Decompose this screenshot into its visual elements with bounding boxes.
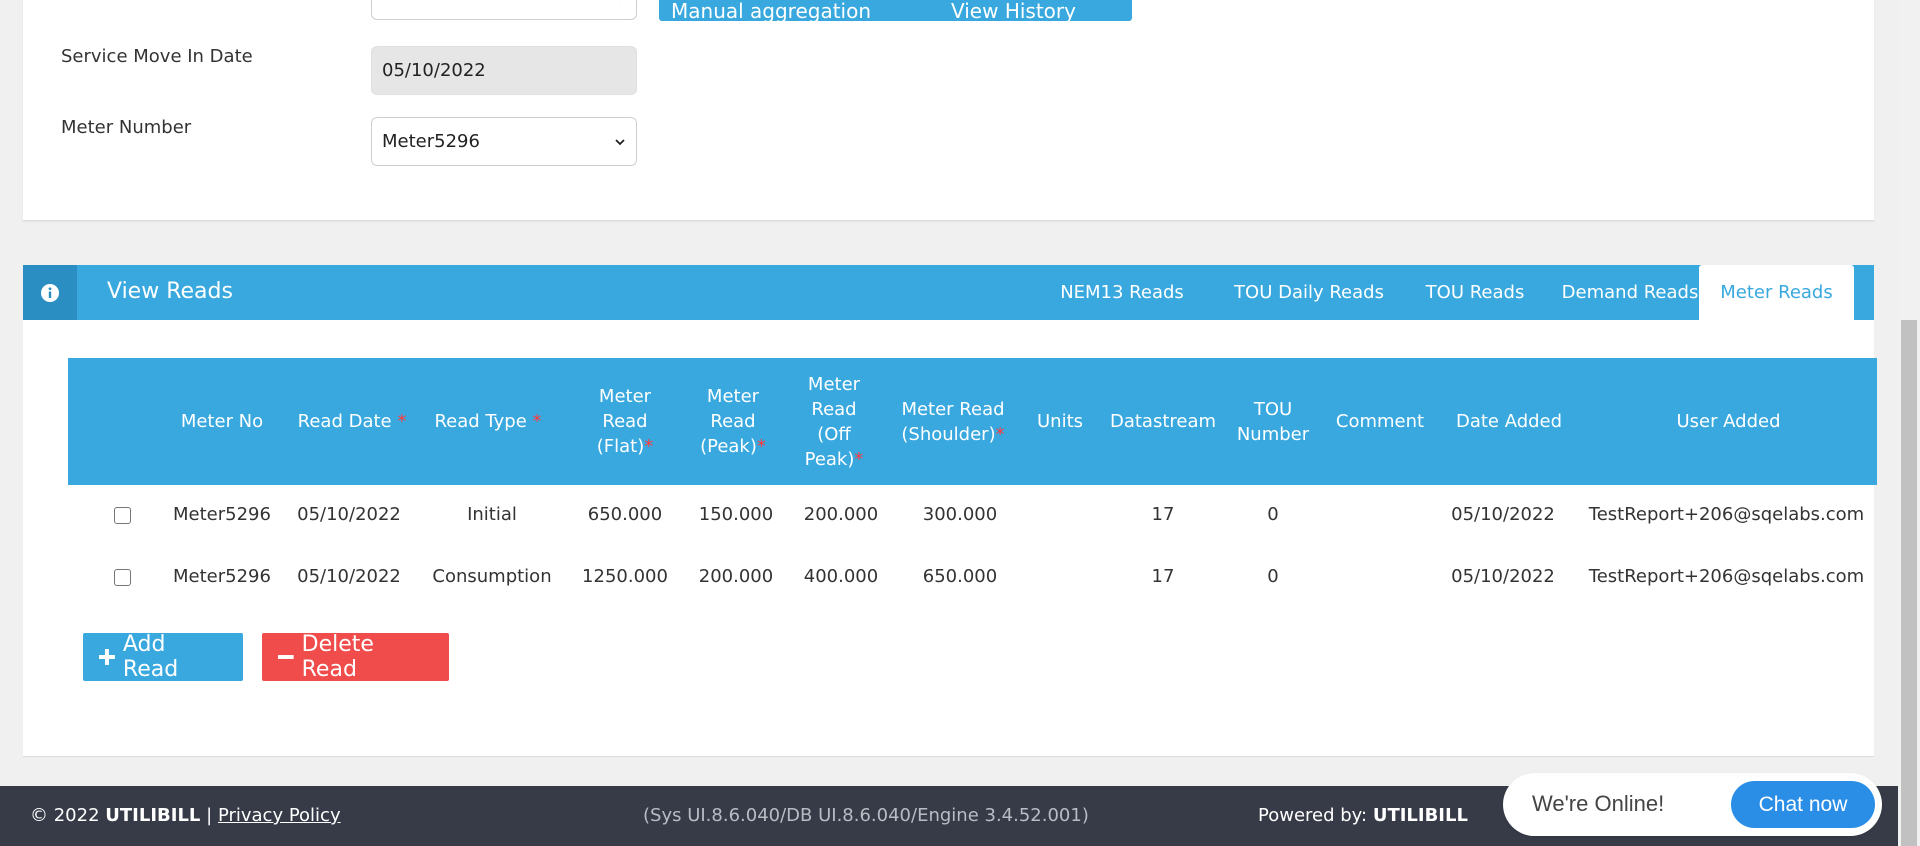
col-meter-no: Meter No: [180, 411, 264, 432]
cell-read-date: 05/10/2022: [297, 566, 401, 587]
cell-datastream: 17: [1151, 504, 1175, 525]
chevron-down-icon: [619, 0, 621, 1]
row-checkbox[interactable]: [114, 569, 131, 586]
cell-flat: 650.000: [587, 504, 663, 525]
delete-read-label: Delete Read: [301, 632, 374, 682]
cell-read-type: Consumption: [432, 566, 552, 587]
cell-datastream: 17: [1151, 566, 1175, 587]
add-read-button[interactable]: Add Read: [83, 632, 243, 682]
col-user-added: User Added: [1676, 411, 1781, 432]
view-reads-title: View Reads: [107, 279, 233, 304]
col-comment: Comment: [1335, 411, 1425, 432]
col-meter-read-off-peak: Meter Read (Off Peak)*: [804, 373, 864, 470]
cell-flat: 1250.000: [582, 566, 668, 587]
tab-tou-daily-reads[interactable]: TOU Daily Reads: [1209, 265, 1409, 320]
scrollbar-thumb[interactable]: [1901, 320, 1917, 846]
manual-aggregation-button[interactable]: Manual aggregation: [659, 0, 954, 21]
footer-powered-brand: UTILIBILL: [1372, 805, 1468, 826]
col-read-date: Read Date *: [297, 411, 407, 432]
account-form-card: 5555678758 Manual aggregation View Histo…: [23, 0, 1874, 221]
view-history-button[interactable]: View History: [939, 0, 1132, 21]
cell-meter-no: Meter5296: [173, 566, 271, 587]
cell-off-peak: 200.000: [803, 504, 879, 525]
col-meter-read-shoulder: Meter Read (Shoulder)*: [901, 398, 1005, 445]
tab-meter-reads[interactable]: Meter Reads: [1699, 265, 1854, 320]
delete-read-button[interactable]: Delete Read: [262, 632, 449, 682]
meter-number-select[interactable]: Meter5296: [371, 117, 637, 166]
cell-shoulder: 300.000: [922, 504, 998, 525]
account-select[interactable]: 5555678758: [371, 0, 637, 20]
cell-shoulder: 650.000: [922, 566, 998, 587]
col-datastream: Datastream: [1109, 411, 1217, 432]
page-scrollbar[interactable]: [1898, 0, 1920, 846]
tab-tou-reads[interactable]: TOU Reads: [1409, 265, 1541, 320]
meter-number-label: Meter Number: [61, 117, 192, 138]
footer-version: (Sys UI.8.6.040/DB UI.8.6.040/Engine 3.4…: [643, 805, 1089, 826]
chat-widget[interactable]: We're Online! Chat now: [1505, 775, 1880, 834]
cell-date-added: 05/10/2022: [1451, 566, 1555, 587]
footer-copyright: © 2022 UTILIBILL | Privacy Policy: [30, 805, 341, 826]
cell-read-date: 05/10/2022: [297, 504, 401, 525]
col-tou-number: TOU Number: [1236, 398, 1310, 445]
col-date-added: Date Added: [1455, 411, 1563, 432]
manual-aggregation-label: Manual aggregation: [671, 0, 872, 21]
row-checkbox[interactable]: [114, 507, 131, 524]
move-in-date-value: 05/10/2022: [382, 60, 486, 81]
move-in-date-field: 05/10/2022: [371, 46, 637, 95]
view-reads-header: View Reads NEM13 Reads TOU Daily Reads T…: [23, 265, 1874, 320]
tab-demand-reads[interactable]: Demand Reads: [1541, 265, 1719, 320]
info-icon: [23, 265, 77, 320]
move-in-date-label: Service Move In Date: [61, 46, 253, 67]
tab-nem13-reads[interactable]: NEM13 Reads: [1035, 265, 1209, 320]
col-read-type: Read Type *: [434, 411, 542, 432]
cell-user-added: TestReport+206@sqelabs.com: [1588, 504, 1865, 525]
chevron-down-icon: [615, 138, 625, 145]
meter-number-value: Meter5296: [382, 131, 480, 152]
view-history-label: View History: [951, 0, 1076, 21]
col-meter-read-flat: Meter Read (Flat)*: [596, 386, 654, 457]
chat-status: We're Online!: [1532, 791, 1665, 816]
cell-meter-no: Meter5296: [173, 504, 271, 525]
plus-icon: [99, 649, 115, 665]
footer-powered-by: Powered by: UTILIBILL: [1258, 805, 1468, 826]
cell-peak: 150.000: [698, 504, 774, 525]
cell-peak: 200.000: [698, 566, 774, 587]
cell-date-added: 05/10/2022: [1451, 504, 1555, 525]
privacy-policy-link[interactable]: Privacy Policy: [218, 805, 341, 826]
col-units: Units: [1036, 411, 1084, 432]
meter-reads-table-header: Meter No Read Date * Read Type * Meter Re…: [68, 358, 1877, 485]
chat-now-button[interactable]: Chat now: [1731, 781, 1875, 828]
cell-off-peak: 400.000: [803, 566, 879, 587]
footer-brand: UTILIBILL: [105, 805, 201, 826]
add-read-label: Add Read: [122, 632, 179, 682]
cell-tou-number: 0: [1267, 504, 1279, 525]
col-meter-read-peak: Meter Read (Peak)*: [700, 386, 766, 457]
account-select-value: 5555678758: [382, 0, 497, 1]
cell-user-added: TestReport+206@sqelabs.com: [1588, 566, 1865, 587]
cell-read-type: Initial: [467, 504, 517, 525]
minus-icon: [278, 655, 294, 659]
cell-tou-number: 0: [1267, 566, 1279, 587]
